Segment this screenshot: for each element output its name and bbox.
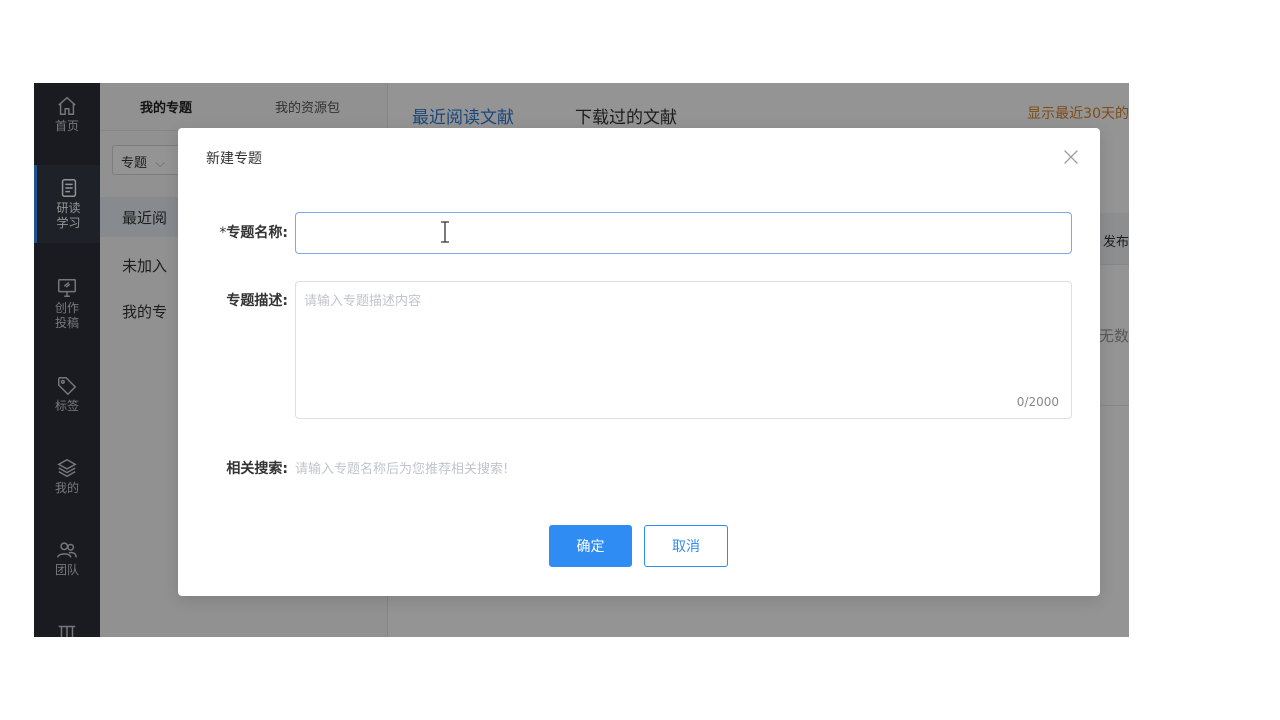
char-counter: 0/2000	[1016, 395, 1059, 409]
close-icon[interactable]	[1060, 146, 1082, 168]
topic-name-label-text: 专题名称:	[226, 225, 288, 241]
dialog-title: 新建专题	[206, 151, 262, 167]
text-cursor-icon	[438, 220, 452, 244]
topic-desc-box: 0/2000	[295, 281, 1072, 419]
topic-name-input[interactable]	[295, 212, 1072, 254]
related-search-label: 相关搜索:	[226, 461, 288, 477]
new-topic-dialog: 新建专题 *专题名称: 专题描述: 0/2000 相关搜索: 请输入专题名称后为…	[178, 128, 1100, 596]
topic-desc-textarea[interactable]	[296, 282, 1071, 418]
related-search-hint: 请输入专题名称后为您推荐相关搜索!	[295, 462, 509, 477]
cancel-button[interactable]: 取消	[644, 525, 728, 567]
topic-name-label: *专题名称:	[178, 222, 288, 242]
confirm-button[interactable]: 确定	[549, 525, 632, 567]
topic-desc-label: 专题描述:	[226, 293, 288, 309]
